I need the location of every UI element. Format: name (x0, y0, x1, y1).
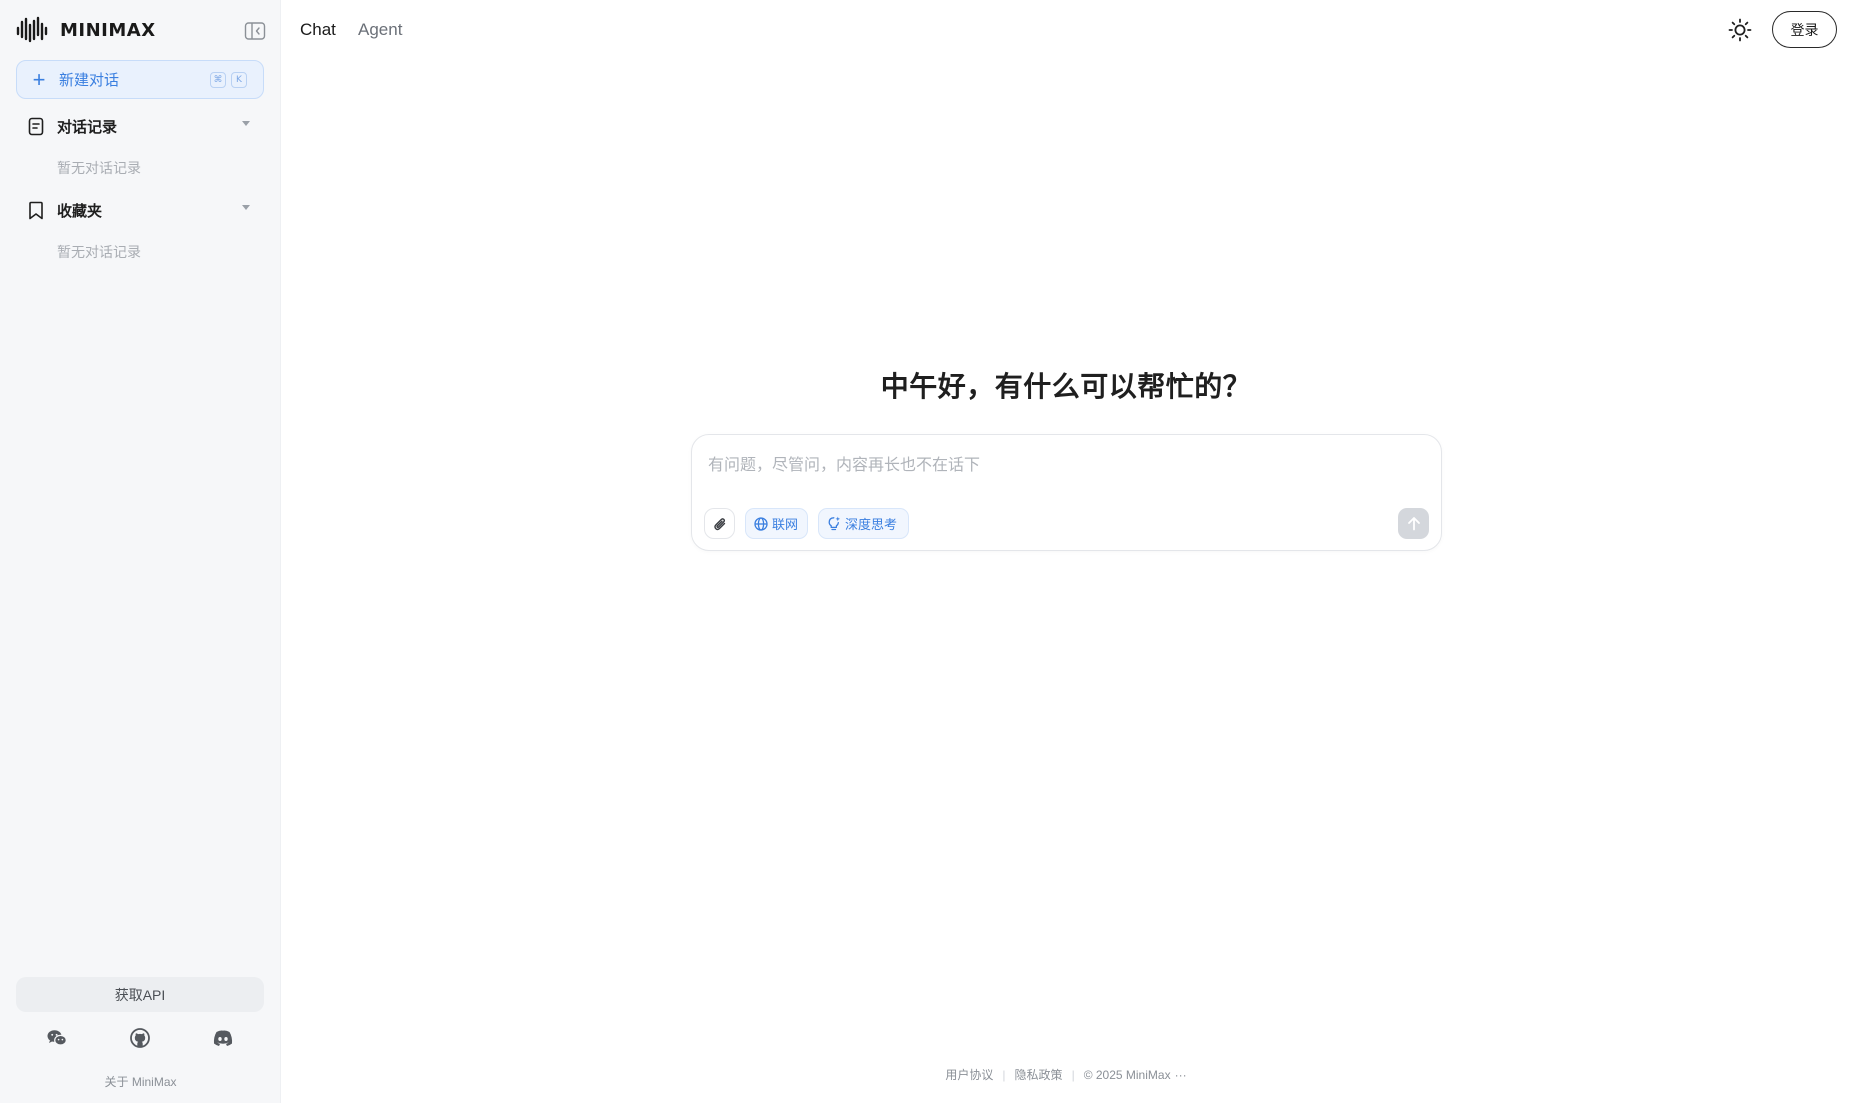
discord-icon[interactable] (212, 1027, 234, 1049)
chevron-down-icon (242, 205, 250, 210)
logo-text: MINIMAX (60, 19, 156, 41)
deep-think-toggle[interactable]: 深度思考 (818, 508, 909, 539)
sun-icon[interactable] (1728, 18, 1752, 42)
empty-history-text: 暂无对话记录 (57, 160, 141, 176)
paperclip-icon (713, 517, 725, 530)
k-key: K (231, 72, 247, 88)
attach-button[interactable] (704, 508, 735, 539)
wechat-icon[interactable] (46, 1027, 68, 1049)
bookmark-icon (28, 200, 46, 220)
get-api-button[interactable]: 获取API (16, 977, 264, 1012)
globe-icon (754, 516, 768, 531)
collapse-sidebar-icon[interactable] (244, 21, 266, 41)
arrow-up-icon (1407, 517, 1420, 531)
greeting-title: 中午好，有什么可以帮忙的？ (880, 371, 1252, 402)
section-label: 对话记录 (57, 118, 118, 136)
chevron-down-icon (242, 121, 250, 126)
tab-agent[interactable]: Agent (358, 20, 402, 40)
web-search-label: 联网 (772, 517, 799, 532)
login-button[interactable]: 登录 (1772, 11, 1837, 48)
new-chat-button[interactable]: + 新建对话 ⌘ K (16, 60, 264, 99)
send-button[interactable] (1398, 508, 1429, 539)
document-icon (28, 116, 46, 136)
about-minimax-link[interactable]: 关于 MiniMax (0, 1073, 281, 1090)
chat-input[interactable] (708, 451, 1408, 481)
footer-more-button[interactable]: ··· (1175, 1068, 1187, 1082)
plus-icon: + (32, 66, 46, 92)
footer: 用户协议 | 隐私政策 | © 2025 MiniMax ··· (281, 1066, 1851, 1083)
sparkle-bulb-icon (828, 516, 841, 531)
section-favorites[interactable]: 收藏夹 (16, 193, 264, 227)
chat-input-box: 联网 深度思考 (691, 434, 1442, 551)
sidebar: MINIMAX + 新建对话 ⌘ K 对话记录 暂无对话记录 收藏夹 暂无对话记… (0, 0, 281, 1103)
privacy-policy-link[interactable]: 隐私政策 (1015, 1066, 1063, 1083)
deep-think-label: 深度思考 (845, 517, 898, 532)
user-agreement-link[interactable]: 用户协议 (945, 1066, 993, 1083)
footer-divider: | (1071, 1067, 1075, 1082)
web-search-toggle[interactable]: 联网 (745, 508, 808, 539)
minimax-logo-icon (16, 16, 48, 43)
footer-divider: | (1002, 1067, 1006, 1082)
copyright-text: © 2025 MiniMax (1083, 1067, 1171, 1082)
section-label: 收藏夹 (57, 202, 103, 220)
section-chat-history[interactable]: 对话记录 (16, 109, 264, 143)
shortcut-hint: ⌘ K (210, 72, 247, 88)
tab-chat[interactable]: Chat (300, 20, 336, 40)
new-chat-label: 新建对话 (59, 72, 120, 89)
github-icon[interactable] (129, 1027, 151, 1049)
logo[interactable]: MINIMAX (16, 14, 266, 46)
cmd-key: ⌘ (210, 72, 226, 88)
empty-favorites-text: 暂无对话记录 (57, 244, 141, 260)
